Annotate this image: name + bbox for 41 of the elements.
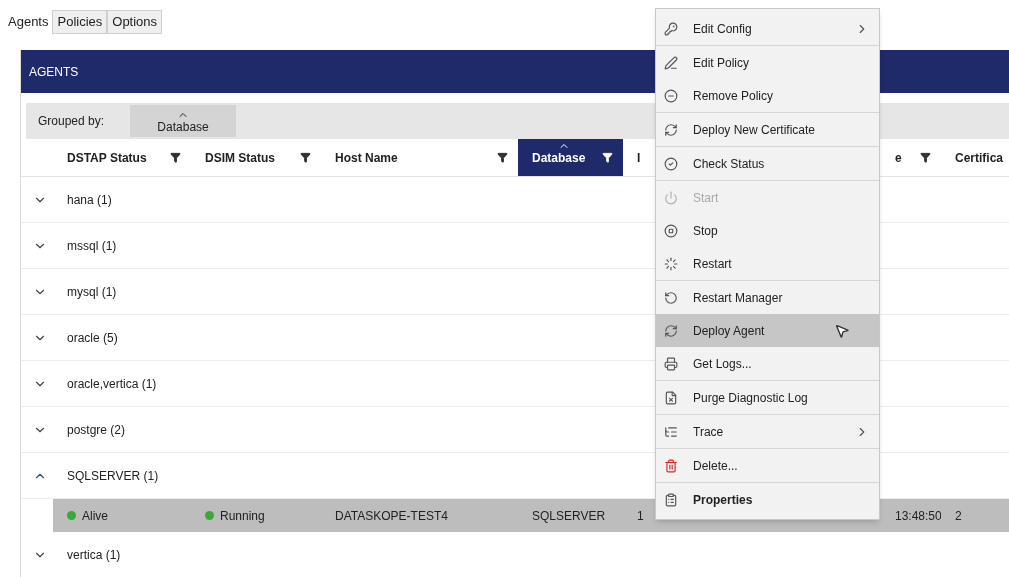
menu-item[interactable]: Check Status bbox=[656, 147, 879, 180]
column-header[interactable]: e bbox=[881, 139, 941, 176]
table-cell: Alive bbox=[53, 499, 191, 532]
column-header[interactable]: Certifica bbox=[941, 139, 1009, 176]
column-header[interactable]: Database bbox=[518, 139, 623, 176]
tab[interactable]: Policies bbox=[52, 10, 108, 34]
list-tree-icon bbox=[664, 424, 678, 439]
clipboard-icon bbox=[664, 492, 678, 507]
table-cell: Running bbox=[191, 499, 321, 532]
menu-item[interactable]: Restart Manager bbox=[656, 281, 879, 314]
table-cell: 2 bbox=[941, 499, 1009, 532]
group-by-label: Grouped by: bbox=[38, 113, 105, 130]
pen-icon bbox=[664, 55, 678, 70]
mouse-cursor-icon bbox=[834, 323, 850, 339]
key-icon bbox=[664, 21, 678, 36]
column-header[interactable]: DSTAP Status bbox=[53, 139, 191, 176]
refresh-icon bbox=[664, 323, 678, 338]
trash-icon bbox=[664, 458, 678, 473]
check-circle-icon bbox=[664, 156, 678, 171]
group-chip[interactable]: Database bbox=[130, 105, 237, 137]
column-header[interactable]: DSIM Status bbox=[191, 139, 321, 176]
spinner-icon bbox=[664, 256, 678, 271]
group-row[interactable]: vertica (1) bbox=[21, 532, 1009, 577]
tab[interactable]: Options bbox=[107, 10, 163, 34]
power-icon bbox=[664, 190, 678, 205]
refresh-icon bbox=[664, 122, 678, 137]
menu-item[interactable]: Deploy Agent bbox=[656, 314, 879, 347]
column-header[interactable]: Host Name bbox=[321, 139, 518, 176]
table-cell: SQLSERVER bbox=[518, 499, 623, 532]
rotate-icon bbox=[664, 290, 678, 305]
minus-circle-icon bbox=[664, 88, 678, 103]
menu-item[interactable]: Purge Diagnostic Log bbox=[656, 381, 879, 414]
menu-item[interactable]: Edit Config bbox=[656, 12, 879, 45]
menu-item[interactable]: Trace bbox=[656, 415, 879, 448]
table-cell: DATASKOPE-TEST4 bbox=[321, 499, 518, 532]
file-x-icon bbox=[664, 390, 678, 405]
table-cell: 13:48:50 bbox=[881, 499, 941, 532]
stop-circle-icon bbox=[664, 223, 678, 238]
menu-item[interactable]: Deploy New Certificate bbox=[656, 113, 879, 146]
menu-item[interactable]: Delete... bbox=[656, 449, 879, 482]
printer-icon bbox=[664, 356, 678, 371]
